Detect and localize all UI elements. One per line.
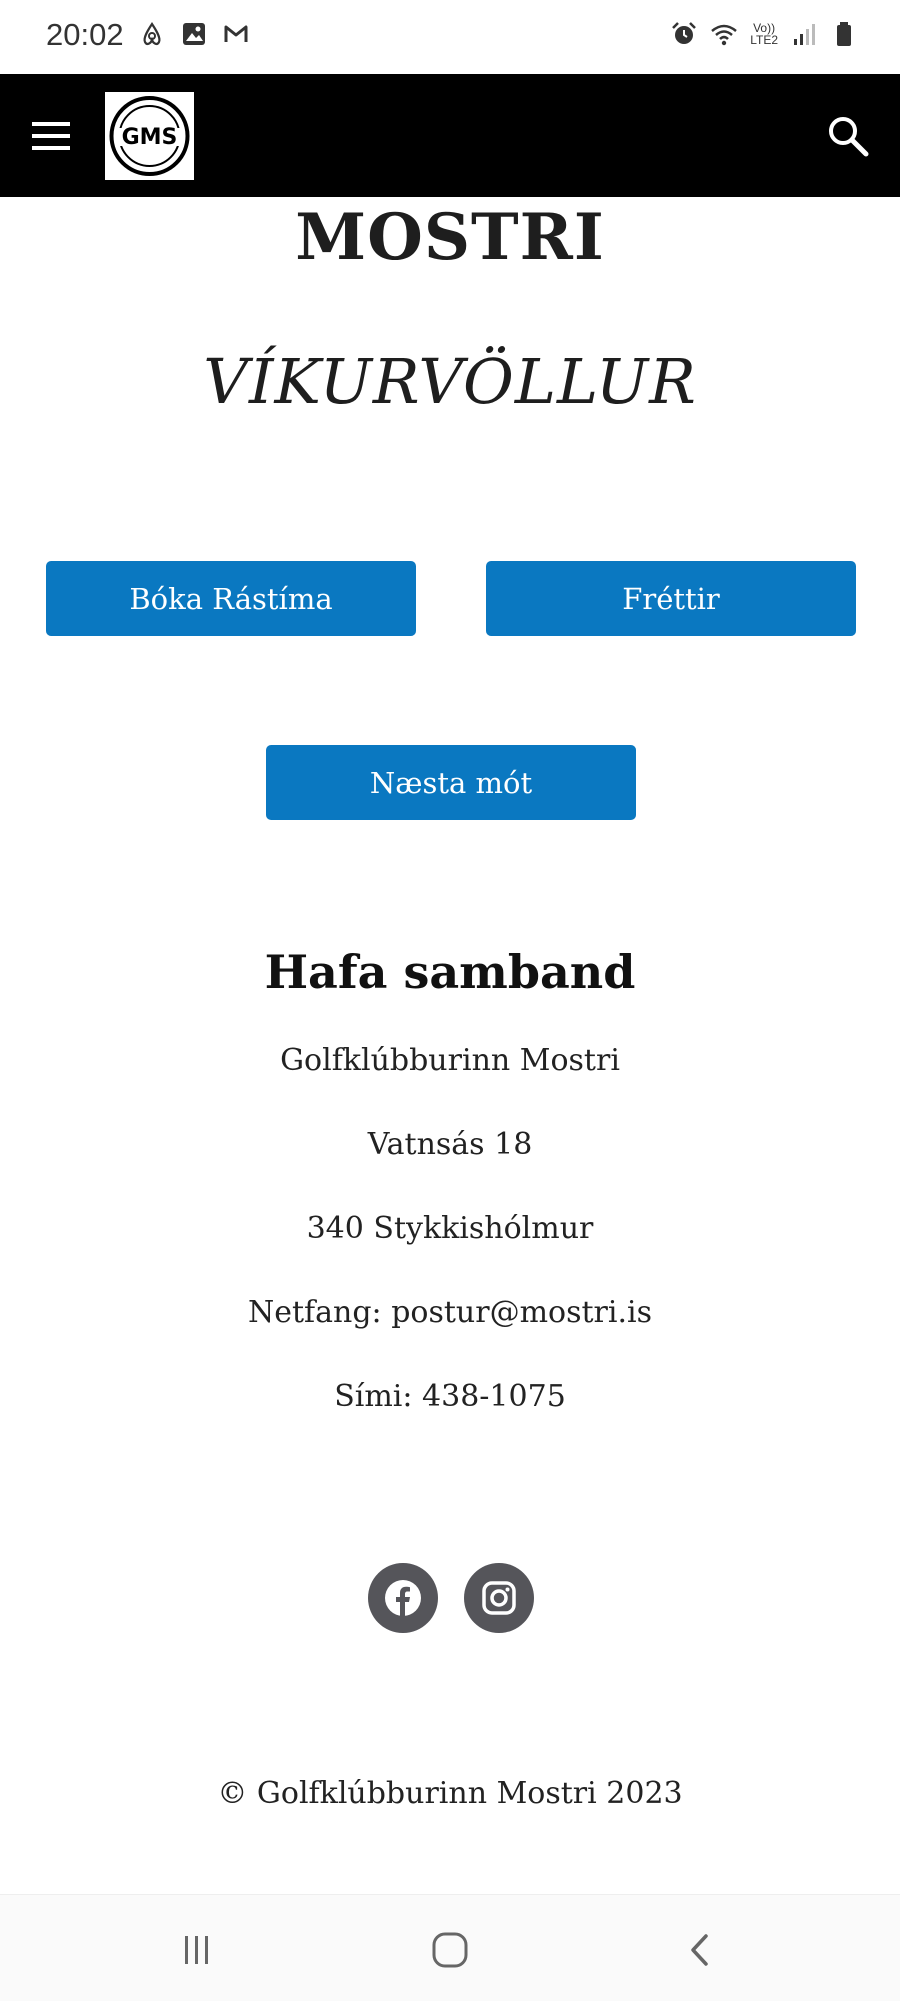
- gallery-icon: [183, 23, 205, 45]
- system-status-icons: Vo)) LTE2: [670, 20, 858, 48]
- next-tournament-button[interactable]: Næsta mót: [266, 745, 636, 820]
- page-subtitle: VÍKURVÖLLUR: [203, 345, 697, 418]
- system-navigation-bar: [0, 1894, 900, 2001]
- back-icon: [691, 1934, 708, 1966]
- contact-heading: Hafa samband: [264, 945, 636, 999]
- signal-icon: [794, 24, 815, 45]
- recents-icon: [185, 1936, 208, 1964]
- wifi-icon: [711, 24, 738, 46]
- status-time: 20:02: [46, 17, 124, 52]
- page-title: MOSTRI: [295, 200, 605, 275]
- facebook-icon: [385, 1580, 421, 1616]
- back-button[interactable]: [670, 1925, 730, 1975]
- gmail-icon: [224, 25, 248, 42]
- copyright-text: © Golfklúbburinn Mostri 2023: [217, 1776, 683, 1811]
- logo-text: GMS: [122, 125, 178, 150]
- notification-icons: [138, 20, 250, 48]
- airbnb-icon: [143, 22, 161, 46]
- contact-email[interactable]: Netfang: postur@mostri.is: [0, 1295, 900, 1330]
- hamburger-menu-icon: [32, 122, 70, 150]
- site-header: GMS: [0, 74, 900, 197]
- home-icon: [432, 1932, 468, 1968]
- instagram-icon: [482, 1581, 516, 1615]
- recents-button[interactable]: [167, 1925, 227, 1975]
- status-bar: 20:02 Vo)) LTE2: [0, 0, 900, 74]
- alarm-icon: [672, 22, 697, 44]
- contact-city: 340 Stykkishólmur: [306, 1211, 594, 1246]
- contact-phone[interactable]: Sími: 438-1075: [0, 1379, 900, 1414]
- home-button[interactable]: [420, 1925, 480, 1975]
- club-logo-icon: GMS: [109, 96, 190, 176]
- instagram-link[interactable]: [464, 1563, 534, 1633]
- site-logo[interactable]: GMS: [105, 92, 194, 180]
- contact-street: Vatnsás 18: [367, 1127, 533, 1162]
- facebook-link[interactable]: [368, 1563, 438, 1633]
- book-tee-time-button[interactable]: Bóka Rástíma: [46, 561, 416, 636]
- battery-icon: [837, 22, 851, 46]
- search-button[interactable]: [826, 114, 870, 158]
- news-button[interactable]: Fréttir: [486, 561, 856, 636]
- volte-icon: Vo)) LTE2: [750, 21, 778, 47]
- contact-club-name: Golfklúbburinn Mostri: [280, 1043, 620, 1078]
- search-icon: [829, 117, 869, 157]
- menu-button[interactable]: [30, 118, 74, 154]
